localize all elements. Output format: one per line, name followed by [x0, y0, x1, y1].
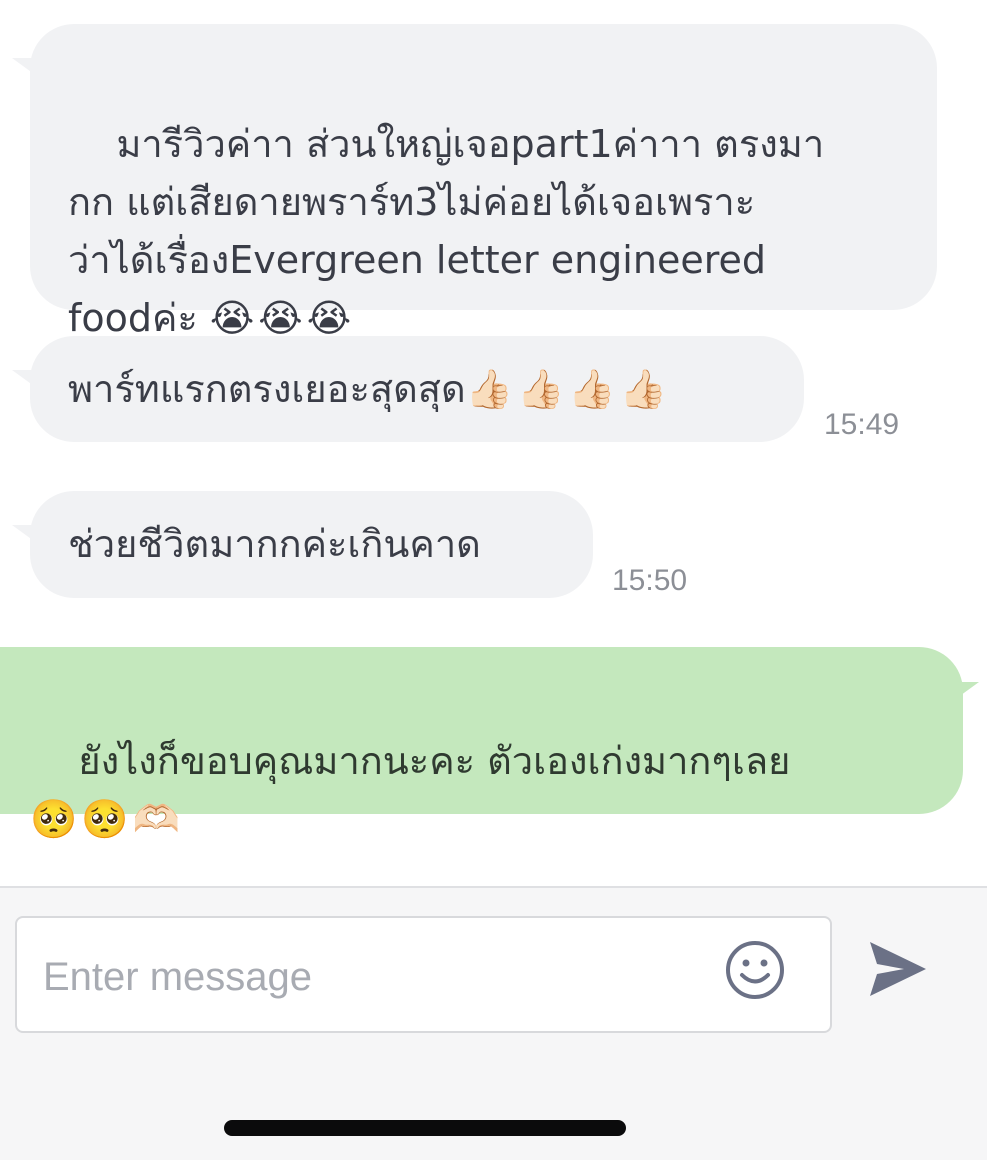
message-text: พาร์ทแรกตรงเยอะสุดสุด — [68, 367, 466, 411]
send-icon[interactable] — [864, 936, 930, 1002]
message-timestamp: 15:49 — [824, 408, 900, 441]
message-timestamp: 15:50 — [612, 564, 688, 597]
crying-emoji-icon: 😭😭😭 — [209, 296, 356, 340]
chat-thread: มารีวิวค่าา ส่วนใหญ่เจอpart1ค่าาา ตรงมา … — [0, 0, 987, 886]
pleading-face-heart-hands-emoji-icon: 🥺🥺🫶🏻 — [30, 797, 184, 841]
message-text: ช่วยชีวิตมากกค่ะเกินคาด — [68, 522, 481, 566]
message-input[interactable] — [41, 944, 695, 1010]
message-text: มารีวิวค่าา ส่วนใหญ่เจอpart1ค่าาา ตรงมา … — [68, 122, 825, 340]
message-bubble-incoming[interactable]: มารีวิวค่าา ส่วนใหญ่เจอpart1ค่าาา ตรงมา … — [30, 24, 937, 340]
message-input-box[interactable] — [15, 916, 832, 1033]
smiley-face-icon[interactable] — [724, 939, 786, 1001]
home-indicator — [224, 1120, 626, 1136]
message-bubble-incoming[interactable]: ช่วยชีวิตมากกค่ะเกินคาด — [30, 491, 593, 598]
message-bubble-incoming[interactable]: พาร์ทแรกตรงเยอะสุดสุด👍🏻👍🏻👍🏻👍🏻 — [30, 336, 804, 442]
thumbs-up-emoji-icon: 👍🏻👍🏻👍🏻👍🏻 — [465, 367, 671, 411]
message-text: ยังไงก็ขอบคุณมากนะคะ ตัวเองเก่งมากๆเลย — [78, 739, 791, 783]
message-bubble-outgoing[interactable]: ยังไงก็ขอบคุณมากนะคะ ตัวเองเก่งมากๆเลย 🥺… — [0, 647, 963, 841]
